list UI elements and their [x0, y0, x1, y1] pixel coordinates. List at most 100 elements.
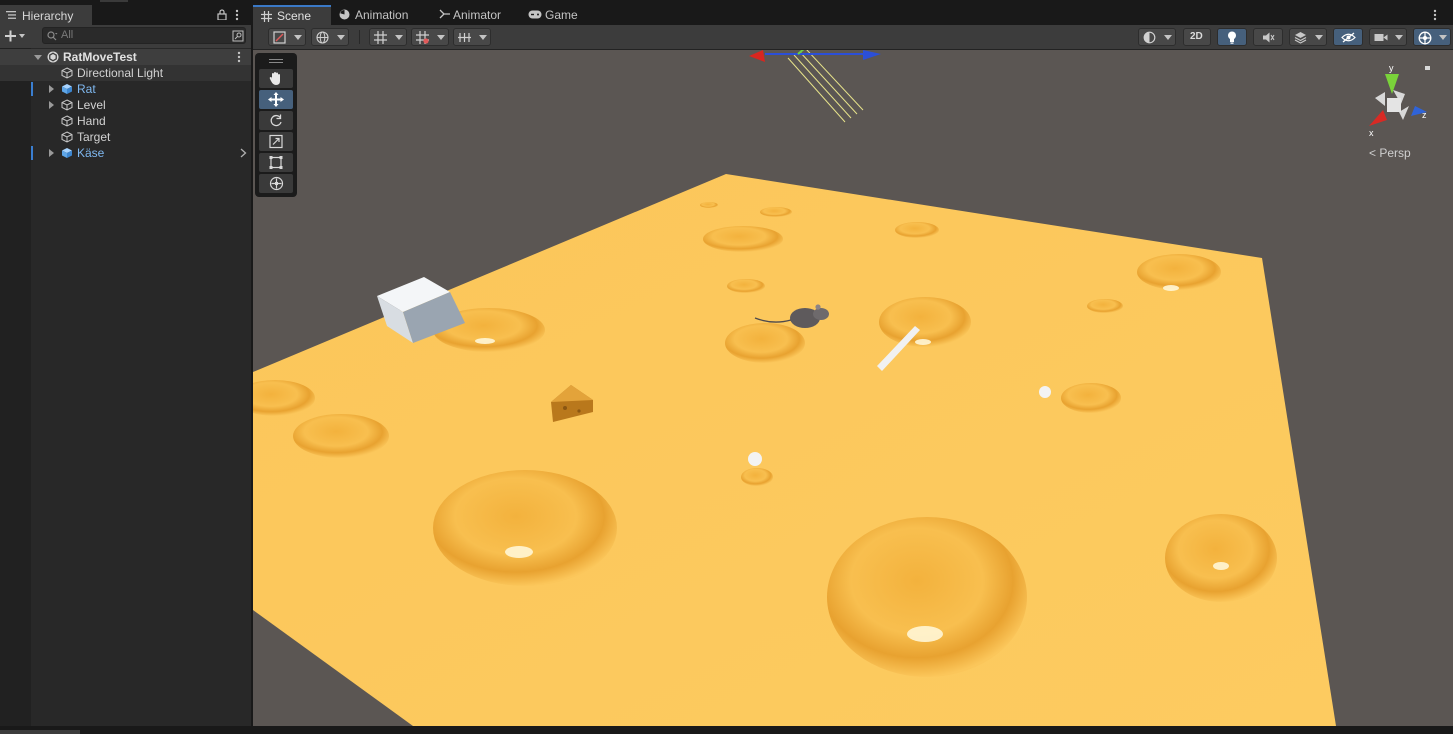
gizmo-x-cone	[1369, 110, 1387, 126]
gizmo-x-label: x	[1369, 128, 1374, 138]
kebab-menu-icon[interactable]	[1433, 9, 1437, 21]
projection-label: Persp	[1379, 146, 1411, 160]
gameobject-cube-icon	[61, 131, 73, 143]
sphere-object	[748, 452, 762, 466]
hierarchy-list: RatMoveTest Directional Light Rat Level …	[0, 48, 251, 726]
item-label: Käse	[77, 146, 105, 160]
scene-row[interactable]: RatMoveTest	[0, 49, 251, 65]
list-icon	[6, 11, 16, 19]
toggle-2d-label: 2D	[1190, 31, 1203, 42]
gamepad-icon	[528, 10, 542, 19]
tab-label: Animation	[355, 8, 409, 22]
scene-viewport[interactable]: y z x < Persp	[253, 50, 1453, 726]
lightbulb-icon	[1228, 31, 1236, 44]
unity-scene-icon	[47, 51, 59, 63]
scene-kebab-icon[interactable]	[237, 51, 241, 63]
gizmo-lock-icon	[1425, 66, 1430, 70]
projection-toggle[interactable]: < Persp	[1369, 146, 1411, 160]
move-tool-button[interactable]	[259, 90, 293, 109]
global-local-dropdown[interactable]	[311, 28, 349, 46]
tab-hierarchy[interactable]: Hierarchy	[0, 5, 92, 25]
rotate-tool-button[interactable]	[259, 111, 293, 130]
grid-visibility-dropdown[interactable]	[411, 28, 449, 46]
scale-tool-button[interactable]	[259, 132, 293, 151]
audio-muted-icon	[1263, 32, 1275, 43]
selection-marker	[31, 82, 33, 96]
scene-visibility-toggle[interactable]	[1333, 28, 1363, 46]
shading-mode-icon	[273, 31, 286, 44]
selection-marker	[31, 146, 33, 160]
expand-arrow-icon[interactable]	[34, 55, 42, 60]
scale-icon	[269, 134, 283, 149]
tab-scene[interactable]: Scene	[253, 5, 331, 25]
chevron-right-icon[interactable]	[240, 148, 247, 158]
move-handle-gizmo	[749, 50, 881, 62]
hierarchy-panel: Hierarchy All RatMoveTest Directional Li…	[0, 5, 251, 726]
increment-snap-icon	[458, 33, 471, 42]
audio-toggle-button[interactable]	[1253, 28, 1283, 46]
item-label: Hand	[77, 114, 106, 128]
animator-icon	[439, 9, 450, 19]
hand-tool-button[interactable]	[259, 69, 293, 88]
tool-palette	[255, 53, 297, 197]
lock-icon[interactable]	[217, 9, 227, 20]
hierarchy-item-level[interactable]: Level	[0, 97, 251, 113]
tab-label: Game	[545, 8, 578, 22]
rect-tool-button[interactable]	[259, 153, 293, 172]
hierarchy-item-rat[interactable]: Rat	[0, 81, 251, 97]
toggle-2d-button[interactable]: 2D	[1183, 28, 1211, 46]
globe-icon	[316, 31, 329, 44]
item-label: Directional Light	[77, 66, 164, 80]
scene-3d-render	[253, 50, 1336, 726]
gizmo-y-label: y	[1389, 63, 1394, 73]
add-dropdown-icon[interactable]	[5, 29, 27, 43]
draw-mode-dropdown[interactable]	[268, 28, 306, 46]
expand-arrow-icon[interactable]	[49, 149, 54, 157]
rect-transform-icon	[269, 156, 283, 169]
gizmo-neg-x-cone	[1375, 92, 1385, 106]
tab-animation[interactable]: Animation	[337, 5, 429, 25]
transform-tool-button[interactable]	[259, 174, 293, 193]
hierarchy-search-input[interactable]: All	[42, 27, 246, 44]
scene-tabbar: Scene Animation Animator Game	[253, 5, 1453, 25]
gizmo-z-label: z	[1422, 110, 1427, 120]
search-by-type-icon[interactable]	[232, 30, 244, 42]
hierarchy-item-target[interactable]: Target	[0, 129, 251, 145]
hierarchy-tabbar: Hierarchy	[0, 5, 251, 25]
hierarchy-item-kase[interactable]: Käse	[0, 145, 251, 161]
move-arrows-icon	[268, 92, 284, 107]
tab-animator[interactable]: Animator	[437, 5, 521, 25]
effects-dropdown[interactable]	[1289, 28, 1327, 46]
kebab-menu-icon[interactable]	[235, 9, 239, 21]
transform-icon	[269, 176, 284, 191]
gizmo-y-cone	[1385, 74, 1399, 94]
expand-arrow-icon[interactable]	[49, 101, 54, 109]
orientation-gizmo[interactable]: y z x	[1363, 60, 1439, 140]
scene-name: RatMoveTest	[63, 50, 137, 64]
camera-icon	[1374, 34, 1388, 41]
hierarchy-tab-label: Hierarchy	[22, 9, 74, 23]
clock-icon	[339, 9, 350, 20]
hierarchy-item-hand[interactable]: Hand	[0, 113, 251, 129]
layers-icon	[1294, 32, 1307, 44]
increment-snap-dropdown[interactable]	[453, 28, 491, 46]
bottom-strip	[0, 726, 1453, 734]
gizmos-dropdown[interactable]	[1413, 28, 1451, 46]
hierarchy-item-directional-light[interactable]: Directional Light	[0, 65, 251, 81]
camera-settings-dropdown[interactable]	[1369, 28, 1407, 46]
search-icon	[47, 31, 58, 41]
grid-snap-dropdown[interactable]	[369, 28, 407, 46]
expand-arrow-icon[interactable]	[49, 85, 54, 93]
gameobject-cube-icon	[61, 67, 73, 79]
hand-icon	[269, 72, 280, 85]
scene-panel: Scene Animation Animator Game 2D y z x <…	[253, 5, 1453, 726]
gameobject-cube-icon	[61, 115, 73, 127]
tab-label: Animator	[453, 8, 502, 22]
shading-dropdown[interactable]	[1138, 28, 1176, 46]
grid-icon	[261, 11, 272, 22]
scene-toolbar: 2D	[253, 25, 1453, 50]
gameobject-cube-icon	[61, 99, 73, 111]
tab-game[interactable]: Game	[527, 5, 587, 25]
lighting-toggle-button[interactable]	[1217, 28, 1247, 46]
directional-light-gizmo	[787, 50, 864, 123]
